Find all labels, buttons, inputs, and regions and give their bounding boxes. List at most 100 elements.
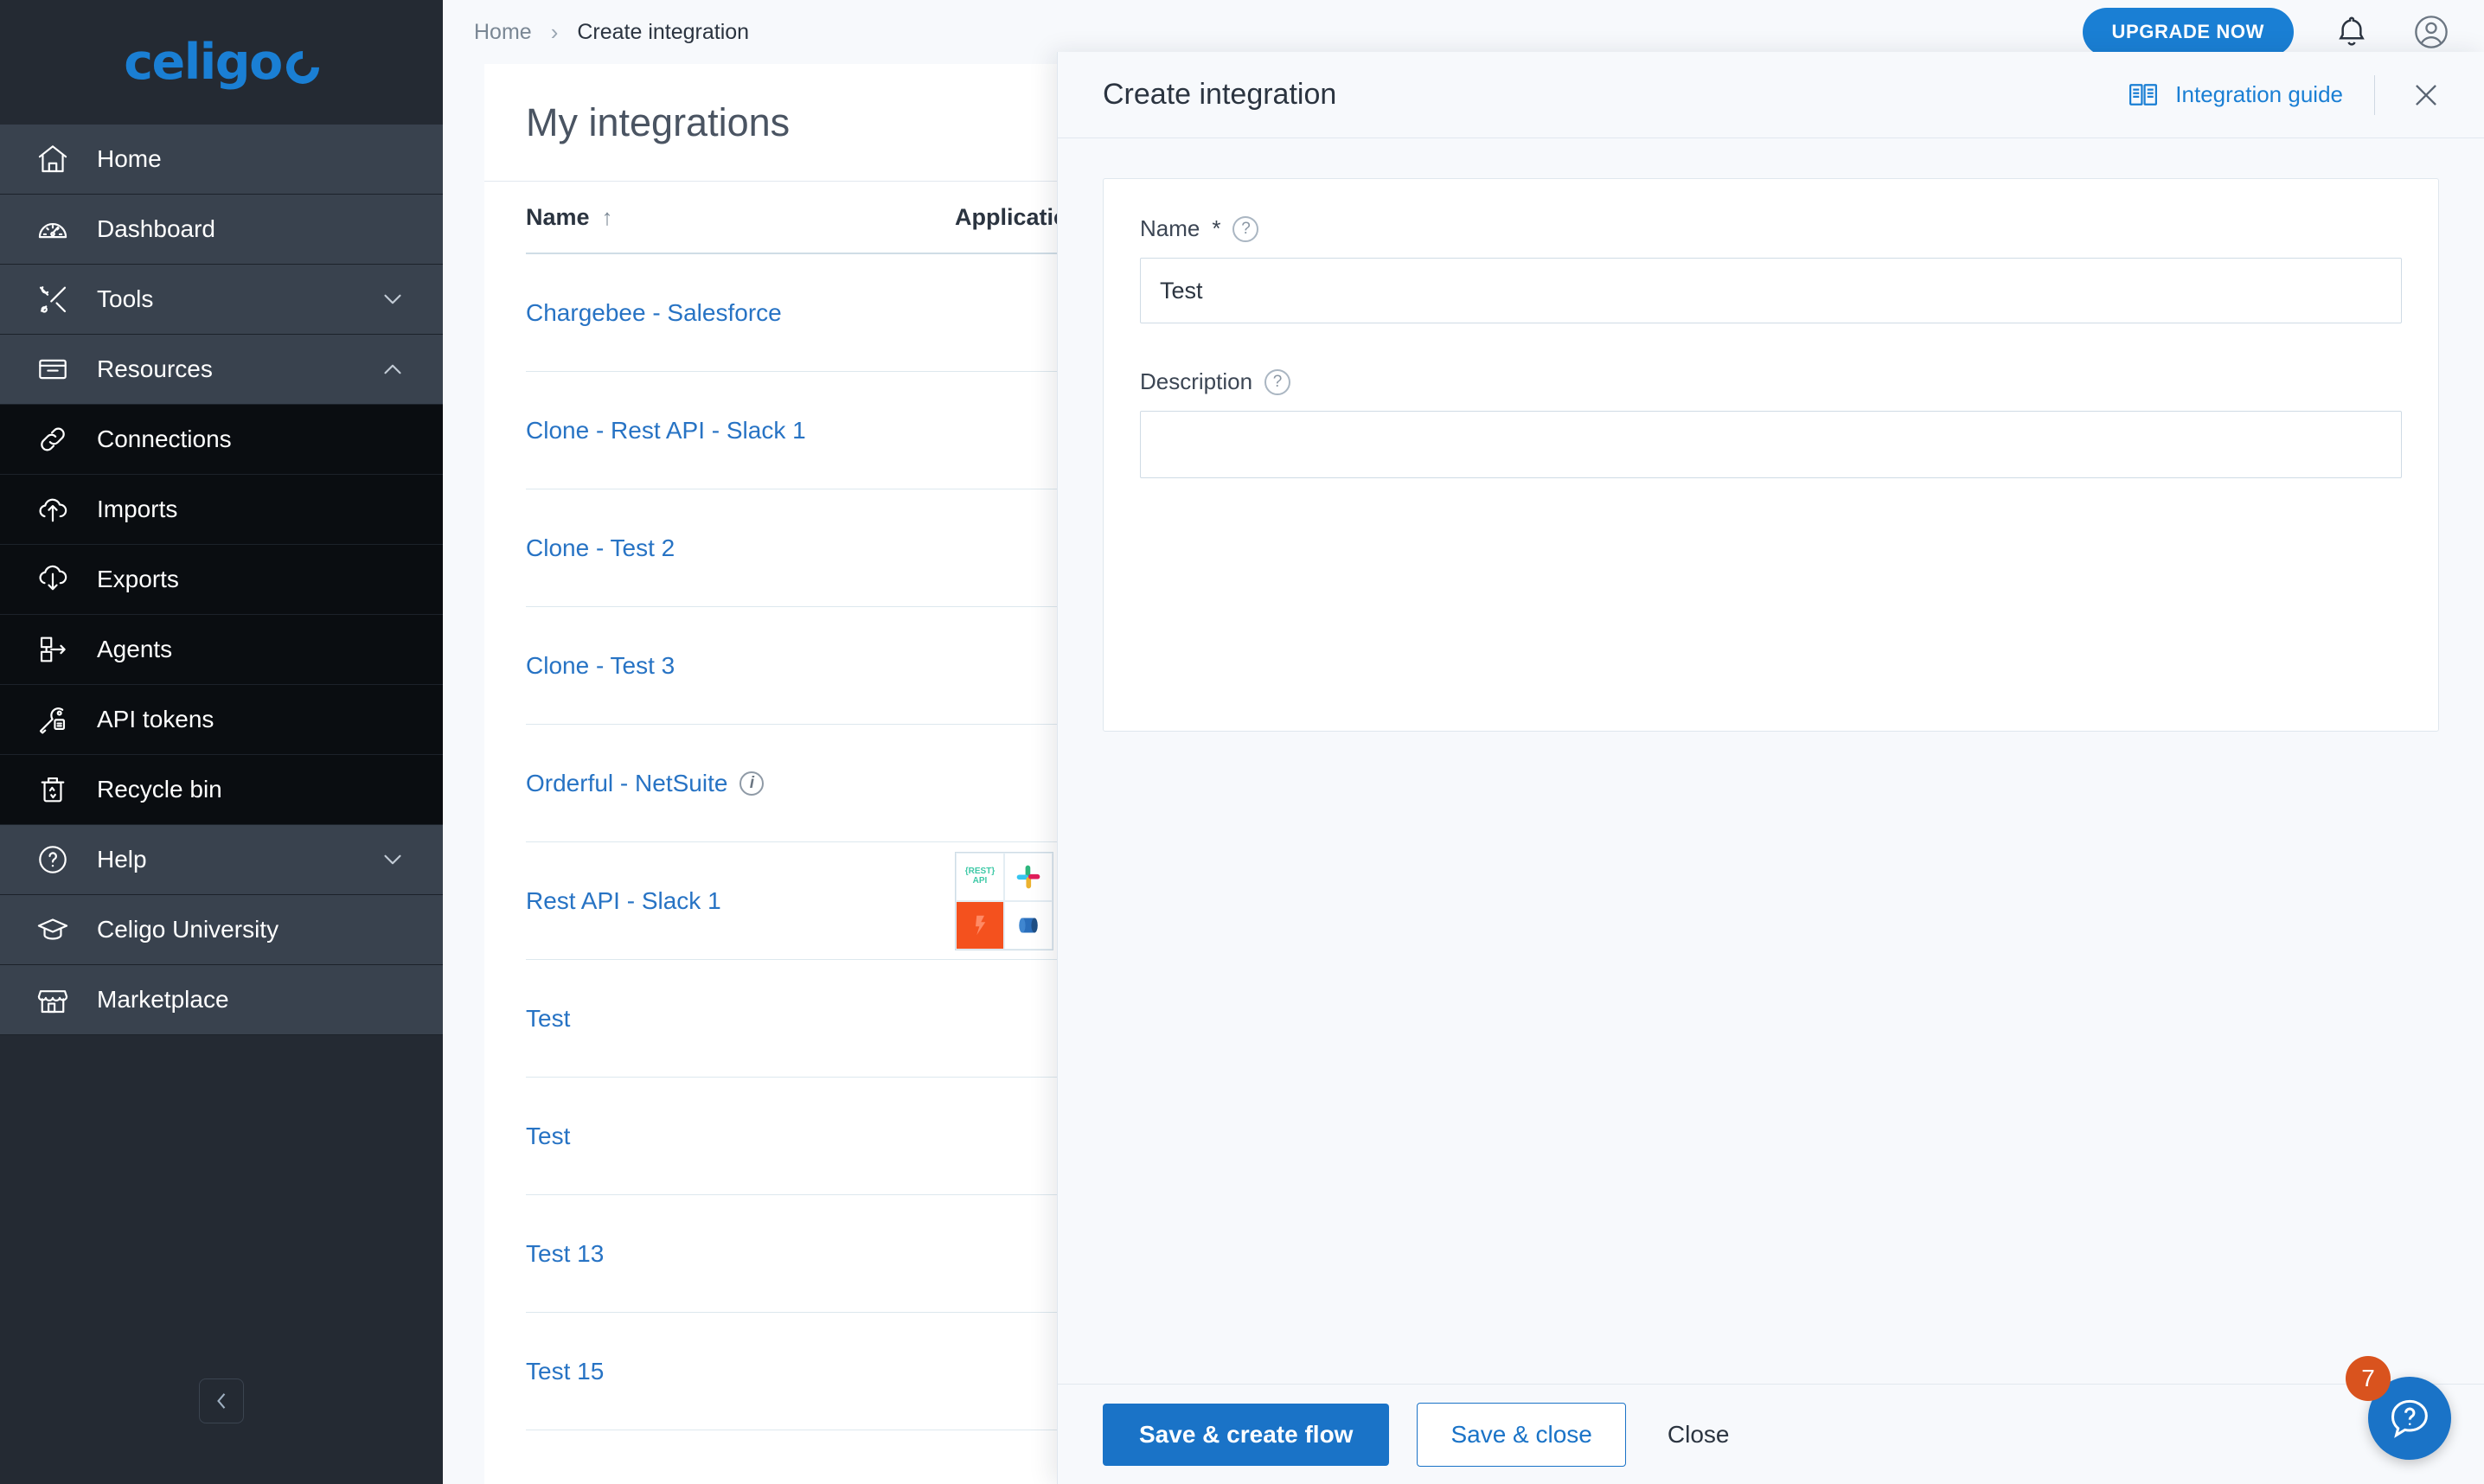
- box-icon: [33, 349, 73, 389]
- cloud-up-icon: [33, 489, 73, 529]
- drawer-body: Name * ? Description ?: [1058, 138, 2484, 1384]
- sidebar-item-label: Agents: [97, 636, 173, 662]
- sidebar-item-label: Dashboard: [97, 215, 215, 242]
- drawer-close-button[interactable]: [2406, 75, 2446, 115]
- chevron-down-icon[interactable]: [374, 841, 412, 879]
- cloud-down-icon: [33, 560, 73, 599]
- question-icon: [33, 840, 73, 880]
- recycle-bin-icon: [33, 770, 73, 809]
- help-chat-icon: [2391, 1399, 2428, 1438]
- sidebar-item-recycle-bin[interactable]: Recycle bin: [0, 755, 443, 825]
- breadcrumb-current: Create integration: [577, 19, 750, 44]
- description-input[interactable]: [1140, 411, 2402, 478]
- row-applications: {REST} API: [955, 851, 1053, 950]
- sidebar-item-label: Tools: [97, 285, 154, 312]
- chevron-down-icon[interactable]: [374, 280, 412, 318]
- integration-name-link[interactable]: Clone - Test 3: [526, 652, 955, 680]
- integration-name-link[interactable]: Clone - Rest API - Slack 1: [526, 417, 955, 445]
- name-input[interactable]: [1140, 258, 2402, 323]
- sidebar-item-marketplace[interactable]: Marketplace: [0, 965, 443, 1035]
- integration-name-link[interactable]: Clone - Test 2: [526, 534, 955, 562]
- account-circle-icon: [2415, 16, 2448, 48]
- sidebar-item-celigo-university[interactable]: Celigo University: [0, 895, 443, 965]
- integration-name-text: Clone - Test 2: [526, 534, 675, 561]
- integration-name-text: Rest API - Slack 1: [526, 886, 721, 914]
- bell-icon: [2339, 16, 2365, 46]
- integration-name-link[interactable]: Test 15: [526, 1358, 955, 1385]
- sidebar-item-api-tokens[interactable]: API tokens: [0, 685, 443, 755]
- sidebar-item-home[interactable]: Home: [0, 125, 443, 195]
- sidebar-item-label: Resources: [97, 355, 213, 382]
- breadcrumb-separator: ›: [550, 18, 559, 45]
- graduation-icon: [33, 910, 73, 950]
- agent-icon: [33, 630, 73, 669]
- header-divider: [2374, 74, 2375, 115]
- sidebar-item-tools[interactable]: Tools: [0, 265, 443, 335]
- app-root: celigo Home Dashboard Tools Resources Connec…: [0, 0, 2484, 1484]
- upgrade-now-button[interactable]: UPGRADE NOW: [2082, 8, 2294, 56]
- gauge-icon: [33, 209, 73, 249]
- sidebar-item-label: Connections: [97, 425, 232, 452]
- close-icon: [2416, 84, 2436, 106]
- sidebar-item-label: Imports: [97, 496, 178, 522]
- sidebar-item-resources[interactable]: Resources: [0, 335, 443, 405]
- drawer-header-actions: Integration guide: [2127, 74, 2446, 115]
- notifications-button[interactable]: [2330, 10, 2373, 54]
- sidebar-item-imports[interactable]: Imports: [0, 475, 443, 545]
- sidebar-item-help[interactable]: Help: [0, 825, 443, 895]
- celigo-mark-icon: [278, 44, 326, 91]
- name-label-text: Name: [1140, 215, 1200, 241]
- sidebar-nav-list: Home Dashboard Tools Resources Connections Im…: [0, 125, 443, 1346]
- sidebar-item-label: Home: [97, 145, 162, 172]
- sidebar-item-label: Celigo University: [97, 916, 279, 943]
- sidebar-collapse-button[interactable]: [199, 1378, 244, 1423]
- integration-name-link[interactable]: Orderful - NetSuite i: [526, 770, 955, 797]
- column-header-name[interactable]: Name ↑: [526, 204, 955, 231]
- question-circle-icon[interactable]: ?: [1264, 368, 1291, 395]
- tools-icon: [33, 279, 73, 319]
- integration-name-text: Test: [526, 1004, 571, 1032]
- integration-guide-link[interactable]: Integration guide: [2127, 79, 2343, 112]
- create-integration-drawer: Create integration Integration guide Nam…: [1057, 52, 2484, 1484]
- description-label-text: Description: [1140, 368, 1253, 394]
- home-icon: [33, 139, 73, 179]
- breadcrumb-home[interactable]: Home: [474, 20, 532, 45]
- drawer-header: Create integration Integration guide: [1058, 52, 2484, 138]
- integration-name-link[interactable]: Chargebee - Salesforce: [526, 299, 955, 327]
- save-and-close-button[interactable]: Save & close: [1417, 1402, 1626, 1467]
- chevron-up-icon[interactable]: [374, 350, 412, 388]
- sidebar-item-dashboard[interactable]: Dashboard: [0, 195, 443, 265]
- netsuite-icon: [956, 900, 1004, 950]
- save-and-create-flow-button[interactable]: Save & create flow: [1103, 1403, 1390, 1466]
- integration-name-link[interactable]: Test 13: [526, 1240, 955, 1268]
- required-asterisk: *: [1212, 215, 1221, 241]
- integration-name-text: Chargebee - Salesforce: [526, 298, 782, 326]
- slack-icon: [1004, 852, 1053, 901]
- sidebar-collapse-area: [0, 1346, 443, 1484]
- sidebar-item-label: Help: [97, 846, 147, 873]
- sidebar-item-connections[interactable]: Connections: [0, 405, 443, 475]
- sidebar-item-exports[interactable]: Exports: [0, 545, 443, 615]
- info-icon[interactable]: i: [739, 771, 765, 796]
- name-field-group: Name * ?: [1140, 215, 2402, 323]
- page-title: My integrations: [526, 99, 791, 144]
- integration-name-text: Clone - Test 3: [526, 651, 675, 679]
- integration-name-text: Test 13: [526, 1239, 605, 1267]
- integration-name-link[interactable]: Rest API - Slack 1: [526, 887, 955, 915]
- integration-name-link[interactable]: Test: [526, 1005, 955, 1033]
- breadcrumb: Home › Create integration: [474, 19, 749, 46]
- sidebar-item-agents[interactable]: Agents: [0, 615, 443, 685]
- sidebar-item-label: API tokens: [97, 706, 214, 732]
- sidebar-item-label: Marketplace: [97, 986, 229, 1013]
- integration-name-text: Orderful - NetSuite: [526, 769, 728, 796]
- integration-name-link[interactable]: Test: [526, 1123, 955, 1150]
- sidebar-item-label: Recycle bin: [97, 776, 222, 803]
- brand-logo[interactable]: celigo: [0, 0, 443, 125]
- brand-logo-text: celigo: [124, 33, 283, 91]
- mongodb-icon: [1004, 900, 1053, 950]
- question-circle-icon[interactable]: ?: [1232, 215, 1259, 242]
- integration-name-text: Test 15: [526, 1357, 605, 1385]
- close-button[interactable]: Close: [1654, 1404, 1744, 1466]
- account-button[interactable]: [2410, 10, 2453, 54]
- rest-api-icon: {REST} API: [956, 852, 1004, 901]
